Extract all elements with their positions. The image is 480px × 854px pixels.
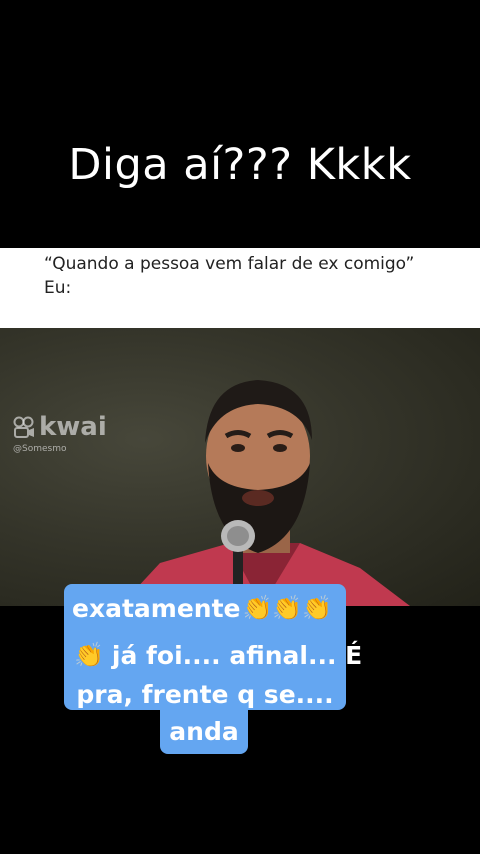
caption-text-4: anda [169,716,239,746]
caption-line-2: 👏 já foi.... afinal... É [64,632,362,678]
caption-text-2: já foi.... afinal... É [111,640,363,670]
caption-line-3: pra, frente q se.... [64,678,346,710]
post-title: Diga aí??? Kkkk [68,140,412,190]
meme-quote-text: “Quando a pessoa vem falar de ex comigo” [44,254,415,274]
singer-illustration [120,380,410,606]
clapping-hands-icon: 👏 [74,641,104,669]
video-frame[interactable]: kwai @Somesmo [0,328,480,606]
meme-caption-card: “Quando a pessoa vem falar de ex comigo”… [0,248,480,328]
meme-response-label: Eu: [44,278,72,298]
kwai-watermark: kwai @Somesmo [12,412,107,454]
kwai-logo-icon [13,416,34,438]
kwai-handle: @Somesmo [13,444,67,454]
caption-text-3: pra, frente q se.... [76,679,334,709]
caption-line-4: anda [160,708,248,754]
kwai-brand-text: kwai [39,412,107,442]
